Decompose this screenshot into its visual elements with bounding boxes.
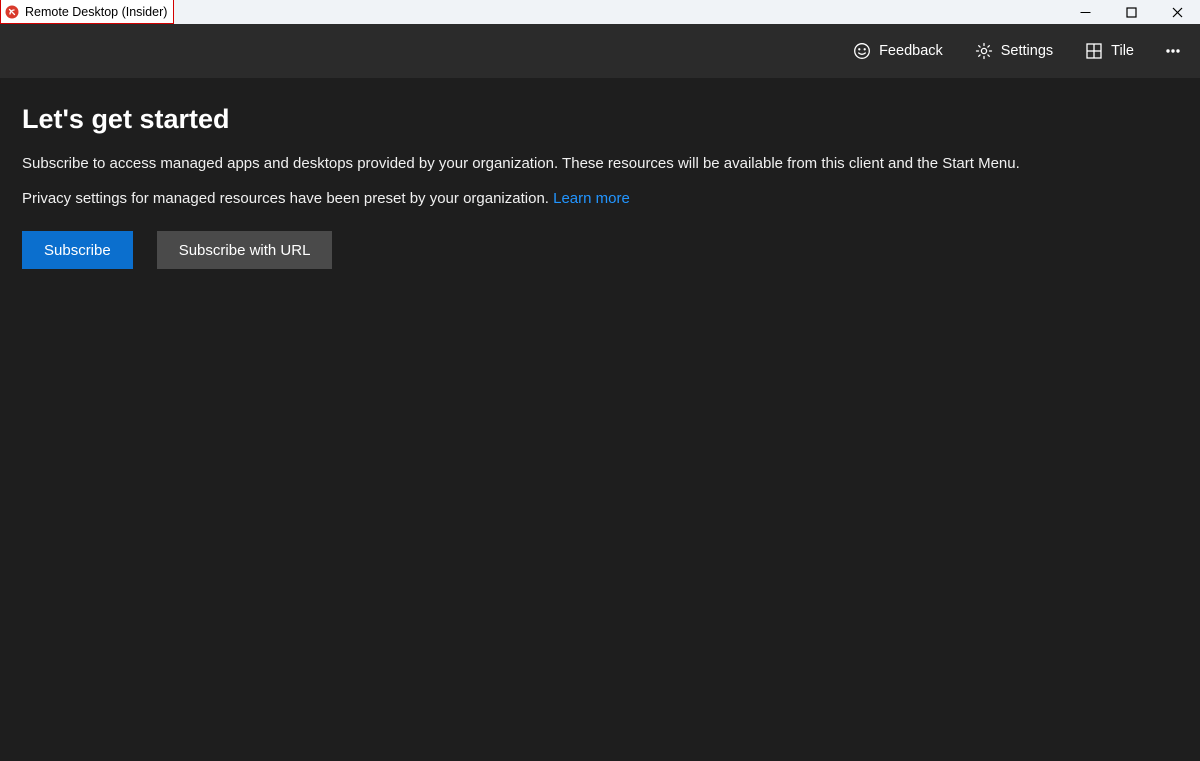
more-icon (1164, 42, 1182, 60)
tile-icon (1085, 42, 1103, 60)
settings-button[interactable]: Settings (963, 36, 1065, 66)
button-row: Subscribe Subscribe with URL (22, 231, 1178, 269)
privacy-text-prefix: Privacy settings for managed resources h… (22, 190, 553, 207)
tile-button[interactable]: Tile (1073, 36, 1146, 66)
more-button[interactable] (1154, 36, 1192, 66)
titlebar: Remote Desktop (Insider) (0, 0, 1200, 24)
titlebar-left: Remote Desktop (Insider) (0, 0, 174, 24)
maximize-button[interactable] (1108, 0, 1154, 24)
subscribe-url-button[interactable]: Subscribe with URL (157, 231, 333, 269)
command-bar: Feedback Settings Tile (0, 24, 1200, 78)
app-icon (5, 5, 19, 19)
main-content: Let's get started Subscribe to access ma… (0, 78, 1200, 761)
smile-icon (853, 42, 871, 60)
gear-icon (975, 42, 993, 60)
close-button[interactable] (1154, 0, 1200, 24)
window-title: Remote Desktop (Insider) (25, 5, 167, 19)
window-controls (1062, 0, 1200, 24)
settings-label: Settings (1001, 43, 1053, 59)
subscribe-button[interactable]: Subscribe (22, 231, 133, 269)
privacy-text: Privacy settings for managed resources h… (22, 188, 1178, 209)
feedback-label: Feedback (879, 43, 943, 59)
minimize-button[interactable] (1062, 0, 1108, 24)
tile-label: Tile (1111, 43, 1134, 59)
intro-text: Subscribe to access managed apps and des… (22, 153, 1178, 174)
page-title: Let's get started (22, 104, 1178, 135)
learn-more-link[interactable]: Learn more (553, 190, 630, 207)
feedback-button[interactable]: Feedback (841, 36, 955, 66)
